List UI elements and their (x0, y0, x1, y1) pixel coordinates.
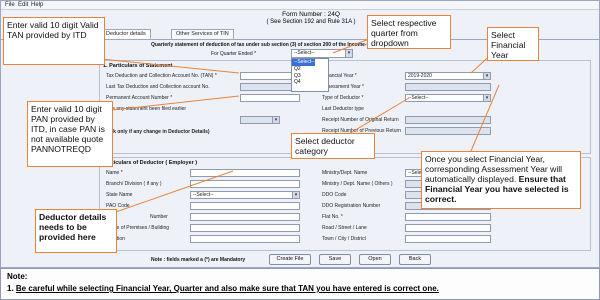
name-label: Name * (106, 170, 123, 176)
note-body: Be careful while selecting Financial Yea… (15, 284, 439, 293)
number-input[interactable] (190, 213, 300, 221)
pan-input[interactable] (240, 94, 300, 102)
callout-financial-year: Select Financial Year (487, 27, 539, 61)
chevron-down-icon: ▾ (292, 192, 299, 198)
tab-other-services[interactable]: Other Services of TIN (171, 29, 234, 39)
town-input[interactable] (405, 235, 491, 243)
callout-assessment-year: Once you select Financial Year, correspo… (421, 151, 581, 209)
create-file-button[interactable]: Create File (269, 254, 311, 265)
deductor-type-label: Type of Deductor * (322, 95, 364, 101)
quarter-dropdown-list: --Select-- Q1 Q2 Q3 Q4 (291, 58, 329, 92)
callout-tan: Enter valid 10 digit Valid TAN provided … (3, 17, 105, 65)
mandatory-note: Note : fields marked a (*) are Mandatory (151, 257, 246, 263)
road-label: Road / Street / Lane (322, 225, 367, 231)
receipt-original-input[interactable] (405, 116, 491, 124)
quarter-option[interactable]: --Select-- (292, 59, 315, 66)
flat-number-label: Number (150, 214, 168, 220)
deductor-type-select[interactable]: --Select-- ▾ (405, 94, 491, 102)
menu-bar: File Edit Help (1, 1, 599, 10)
menu-file[interactable]: File (5, 2, 15, 8)
callout-deductor-category: Select deductor category (291, 133, 375, 159)
chevron-down-icon: ▾ (483, 95, 490, 101)
pan-label: Permanent Account Number * (106, 95, 173, 101)
town-label: Town / City / District (322, 236, 366, 242)
receipt-previous-input[interactable] (405, 127, 491, 135)
callout-quarter: Select respective quarter from dropdown (367, 15, 451, 49)
particulars-title: 1. Particulars of Statement (103, 63, 173, 69)
branch-label: Branch/ Division ( if any ) (106, 181, 162, 187)
save-button[interactable]: Save (319, 254, 351, 265)
premises-input[interactable] (190, 224, 300, 232)
quarter-option[interactable]: Q2 (292, 66, 328, 73)
callout-pan: Enter valid 10 digit PAN provided by ITD… (27, 101, 113, 167)
deductor-title: Particulars of Deductor ( Employer ) (103, 160, 198, 166)
earlier-statement-label: Has any statement been filed earlier (106, 106, 187, 112)
note-box: Note: 1. Be careful while selecting Fina… (0, 268, 600, 300)
tab-deductor-details[interactable]: Deductor details (101, 29, 151, 39)
quarter-select[interactable]: --Select-- ▾ (291, 49, 353, 58)
receipt-original-label: Receipt Number of Original Return (322, 117, 399, 123)
note-title: Note: (7, 272, 28, 281)
branch-input[interactable] (190, 180, 300, 188)
ddo-reg-label: DDO Registration Number (322, 203, 381, 209)
assessment-year-field (405, 83, 491, 91)
quarter-option[interactable]: Q4 (292, 79, 328, 86)
quarter-label: For Quarter Ended * (211, 51, 257, 57)
state-label: State Name (106, 192, 133, 198)
road-input[interactable] (405, 224, 491, 232)
tan-label: Tax Deduction and Collection Account No.… (106, 73, 217, 79)
note-text: 1. Be careful while selecting Financial … (7, 284, 593, 293)
chevron-down-icon: ▾ (483, 73, 490, 79)
chevron-down-icon: ▾ (272, 117, 279, 123)
location-input[interactable] (190, 235, 300, 243)
ddo-code-label: DDO Code (322, 192, 347, 198)
ministry-other-label: Ministry / Dept. Name ( Others ) (322, 181, 393, 187)
flat-no-label: Flat No. * (322, 214, 343, 220)
open-button[interactable]: Open (359, 254, 391, 265)
note-number: 1. (7, 284, 16, 293)
ministry-label: Ministry/Dept. Name (322, 170, 368, 176)
pao-input[interactable] (190, 202, 300, 210)
flat-no-input[interactable] (405, 213, 491, 221)
deductor-name-input[interactable] (190, 169, 300, 177)
chevron-down-icon: ▾ (345, 50, 352, 57)
quarter-option[interactable]: Q3 (292, 73, 328, 80)
menu-help[interactable]: Help (31, 2, 43, 8)
last-tan-label: Last Tax Deduction and Collection accoun… (106, 84, 210, 90)
callout-deductor-details: Deductor details needs to be provided he… (35, 209, 117, 253)
earlier-statement-select[interactable]: ▾ (240, 116, 280, 124)
menu-edit[interactable]: Edit (18, 2, 28, 8)
back-button[interactable]: Back (399, 254, 431, 265)
change-deductor-label: Tick only if any change in Deductor Deta… (106, 129, 210, 135)
last-deductor-type-label: Last Deductor type (322, 106, 364, 112)
state-select[interactable]: --Select-- ▾ (190, 191, 300, 199)
tds-form-window: File Edit Help Form Number : 24Q ( See S… (0, 0, 600, 268)
financial-year-select[interactable]: 2019-2020 ▾ (405, 72, 491, 80)
